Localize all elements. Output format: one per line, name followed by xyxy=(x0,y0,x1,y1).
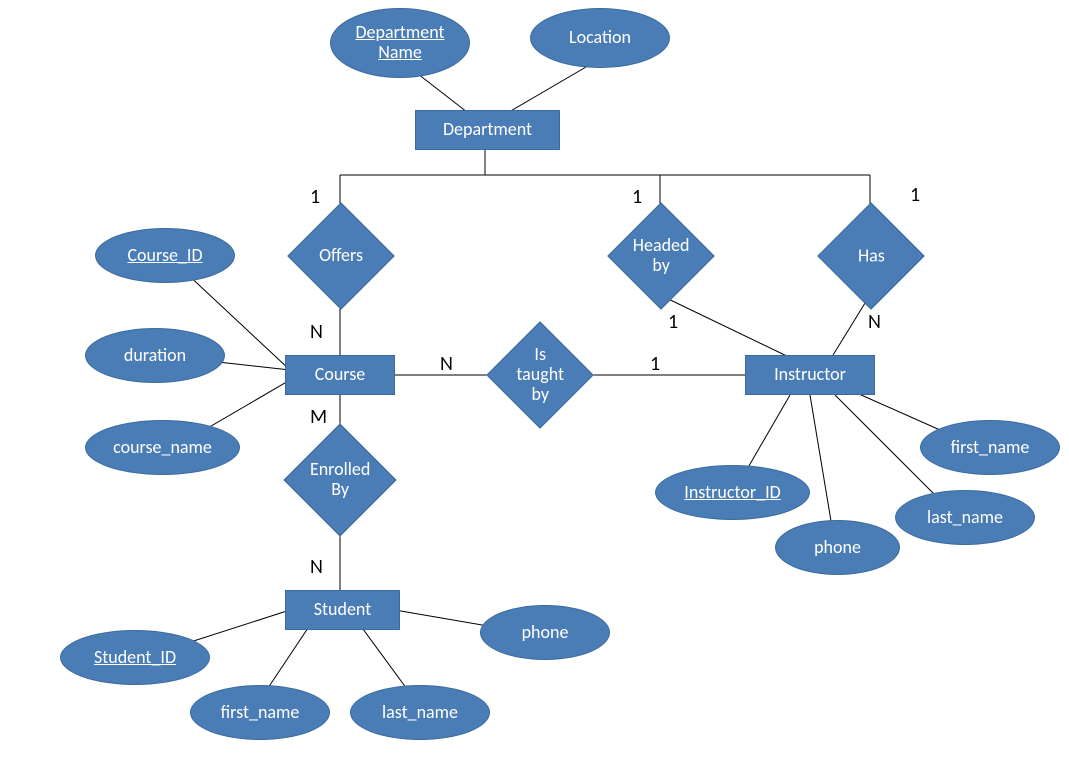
card-enrolled-top: M xyxy=(310,405,327,429)
rel-headed-by: Headed by xyxy=(607,202,714,309)
label: course_name xyxy=(113,438,212,458)
rel-offers: Offers xyxy=(287,202,394,309)
rel-has: Has xyxy=(817,202,924,309)
label: Instructor_ID xyxy=(684,483,780,503)
label: Headed by xyxy=(632,236,690,276)
label: Instructor xyxy=(774,365,846,385)
card-has-top: 1 xyxy=(910,183,920,207)
attr-department-name: Department Name xyxy=(330,8,470,78)
card-headed-top: 1 xyxy=(632,185,642,209)
attr-instructor-phone: phone xyxy=(775,520,900,575)
attr-duration: duration xyxy=(85,328,225,383)
label: Is taught by xyxy=(511,345,569,404)
label: first_name xyxy=(951,438,1030,458)
rel-is-taught-by: Is taught by xyxy=(486,321,593,428)
card-headed-bottom: 1 xyxy=(668,310,678,334)
card-taught-left: N xyxy=(440,352,453,376)
attr-student-last-name: last_name xyxy=(350,685,490,740)
attr-instructor-first-name: first_name xyxy=(920,420,1060,475)
entity-course: Course xyxy=(285,355,395,395)
label: Department Name xyxy=(339,23,461,63)
card-taught-right: 1 xyxy=(650,352,660,376)
card-has-bottom: N xyxy=(868,310,881,334)
card-offers-top: 1 xyxy=(310,185,320,209)
entity-department: Department xyxy=(415,110,560,150)
label: phone xyxy=(814,538,861,558)
label: Offers xyxy=(319,246,363,266)
attr-course-name: course_name xyxy=(85,420,240,475)
rel-enrolled-by: Enrolled By xyxy=(283,423,396,536)
attr-student-first-name: first_name xyxy=(190,685,330,740)
attr-student-id: Student_ID xyxy=(60,630,210,685)
attr-student-phone: phone xyxy=(480,605,610,660)
label: duration xyxy=(124,346,186,366)
attr-course-id: Course_ID xyxy=(95,228,235,283)
label: Enrolled By xyxy=(309,460,371,500)
label: last_name xyxy=(927,508,1003,528)
label: Student xyxy=(314,600,372,620)
label: last_name xyxy=(382,703,458,723)
attr-instructor-id: Instructor_ID xyxy=(655,465,810,520)
entity-instructor: Instructor xyxy=(745,355,875,395)
entity-student: Student xyxy=(285,590,400,630)
attr-location: Location xyxy=(530,8,670,68)
label: Department xyxy=(443,120,532,140)
label: Has xyxy=(858,246,885,266)
card-enrolled-bottom: N xyxy=(310,555,323,579)
label: Course xyxy=(315,365,366,385)
label: phone xyxy=(522,623,569,643)
label: Course_ID xyxy=(127,246,202,266)
label: Location xyxy=(569,28,631,48)
label: first_name xyxy=(221,703,300,723)
label: Student_ID xyxy=(94,648,176,668)
card-offers-bottom: N xyxy=(310,320,323,344)
attr-instructor-last-name: last_name xyxy=(895,490,1035,545)
